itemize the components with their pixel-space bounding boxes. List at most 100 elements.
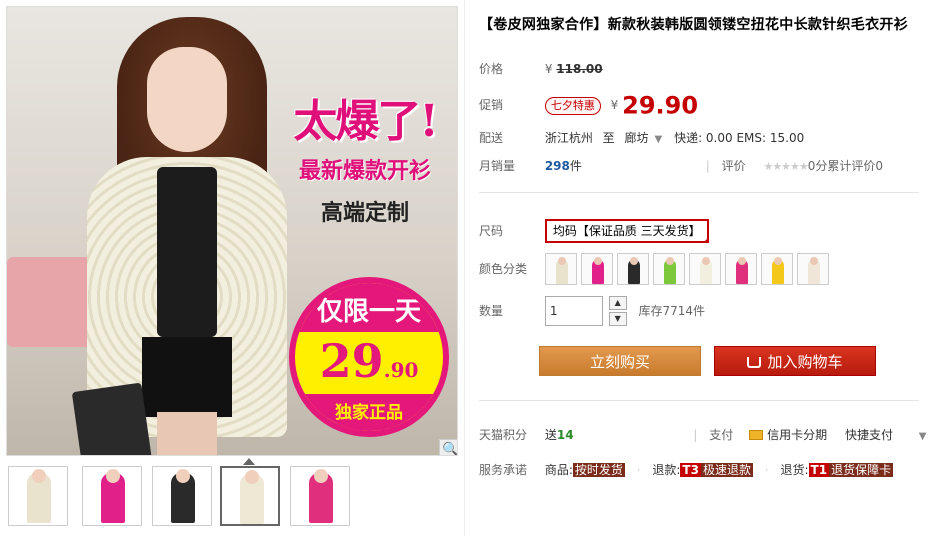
separator: | <box>705 159 710 173</box>
svc-return-label: 退货: <box>780 463 809 477</box>
size-option-text: 均码【保证品质 三天发货】 <box>552 224 701 238</box>
thumb-active-pointer <box>243 458 255 465</box>
service-label: 服务承诺 <box>479 463 528 477</box>
quantity-stepper: ▲ ▼ <box>608 295 627 326</box>
quantity-label: 数量 <box>479 303 504 318</box>
sales-count: 298 <box>544 159 570 173</box>
thumbnail-2[interactable] <box>82 466 142 526</box>
thumb-head <box>176 469 190 483</box>
ship-to-city: 廊坊 <box>624 131 649 145</box>
thumb-head <box>106 469 120 483</box>
model-figure <box>47 17 307 455</box>
credit-installment-text: 信用卡分期 <box>767 428 828 442</box>
ship-from: 浙江杭州 <box>544 131 593 145</box>
service-row: 服务承诺 商品: 按时发货 · 退款: T3 极速退款 · 退货: T1 退货保障卡 <box>479 459 894 481</box>
color-swatch-2[interactable] <box>580 252 613 285</box>
svc-return-badge: T1 <box>808 463 830 477</box>
sales-row: 月销量 298件 | 评价 ★★★★★0分累计评价0 <box>479 155 883 177</box>
svc-refund-badge: T3 <box>680 463 701 477</box>
model-face <box>147 47 227 152</box>
svc-goods-tag[interactable]: 按时发货 <box>572 463 625 477</box>
model-bag <box>71 382 153 455</box>
thumbnail-3[interactable] <box>152 466 212 526</box>
credit-installment-link[interactable]: 信用卡分期 <box>749 428 827 442</box>
size-option-selected[interactable]: 均码【保证品质 三天发货】 <box>544 219 709 243</box>
color-swatch-8[interactable] <box>796 252 829 285</box>
thumbnail-4[interactable] <box>220 466 280 526</box>
quantity-input[interactable]: 1 <box>544 295 603 326</box>
badge-price-int: 29 <box>319 334 384 388</box>
quick-pay-link[interactable]: 快捷支付 <box>845 428 893 442</box>
yen-symbol: ¥ <box>544 62 553 76</box>
sales-unit: 件 <box>569 159 582 173</box>
buy-now-button[interactable]: 立刻购买 <box>539 346 701 376</box>
svc-return-tag[interactable]: 退货保障卡 <box>829 463 894 477</box>
promo-text-block: 太爆了! 最新爆款开衫 高端定制 <box>265 85 457 227</box>
product-info-panel: 【卷皮网独家合作】新款秋装韩版圆领镂空扭花中长款针织毛衣开衫 价格 ¥ 118.… <box>464 0 930 536</box>
thumb-head <box>32 469 46 483</box>
quantity-decrease-button[interactable]: ▼ <box>608 311 627 326</box>
credit-card-icon <box>749 430 764 440</box>
color-swatch-list <box>544 252 833 285</box>
badge-price-dec: .90 <box>383 358 419 382</box>
review-summary[interactable]: 0分累计评价0 <box>808 159 883 173</box>
color-label: 颜色分类 <box>479 261 528 276</box>
promo-yen-symbol: ¥ <box>610 98 619 112</box>
review-label: 评价 <box>721 159 746 173</box>
points-row: 天猫积分 送14 | 支付 信用卡分期 快捷支付 ▼ <box>479 424 926 446</box>
original-price: 118.00 <box>556 62 603 76</box>
swatch-head <box>701 256 710 265</box>
promo-tagline: 高端定制 <box>320 200 409 226</box>
color-swatch-6[interactable] <box>724 252 757 285</box>
badge-price: 29.90 <box>295 334 443 388</box>
swatch-head <box>665 256 674 265</box>
promo-subheadline: 最新爆款开衫 <box>298 158 431 184</box>
caret-down-icon[interactable]: ▼ <box>919 426 927 448</box>
promo-label: 促销 <box>479 98 504 112</box>
ship-to-word: 至 <box>602 131 615 145</box>
quantity-increase-button[interactable]: ▲ <box>608 295 627 310</box>
svc-refund-tag[interactable]: 极速退款 <box>700 463 753 477</box>
thumbnail-5[interactable] <box>290 466 350 526</box>
thumbnail-1[interactable] <box>8 466 68 526</box>
color-swatch-4[interactable] <box>652 252 685 285</box>
color-swatch-1[interactable] <box>544 252 577 285</box>
magnifier-icon[interactable]: 🔍 <box>439 439 457 455</box>
promo-headline: 太爆了! <box>293 96 438 147</box>
swatch-head <box>593 256 602 265</box>
ship-to-selector[interactable]: 廊坊 ▼ <box>625 131 663 145</box>
quantity-row: 数量 1 ▲ ▼ 库存7714件 <box>479 294 705 326</box>
sales-label: 月销量 <box>479 159 516 173</box>
price-row: 价格 ¥ 118.00 <box>479 58 603 80</box>
size-label: 尺码 <box>479 224 504 238</box>
main-product-image[interactable]: 太爆了! 最新爆款开衫 高端定制 仅限一天 29.90 独家正品 🔍 <box>6 6 458 456</box>
price-badge: 仅限一天 29.90 独家正品 <box>289 277 449 437</box>
color-swatch-5[interactable] <box>688 252 721 285</box>
color-swatch-7[interactable] <box>760 252 793 285</box>
color-row: 颜色分类 <box>479 251 833 285</box>
model-skirt <box>142 337 232 417</box>
svc-goods-label: 商品: <box>544 463 573 477</box>
swatch-head <box>773 256 782 265</box>
dot-separator: · <box>764 463 769 477</box>
thumb-head <box>245 470 259 484</box>
shipping-fees: 快递: 0.00 EMS: 15.00 <box>674 131 805 145</box>
divider <box>479 400 919 401</box>
swatch-head <box>809 256 818 265</box>
divider <box>479 192 919 193</box>
color-swatch-3[interactable] <box>616 252 649 285</box>
promo-price: 29.90 <box>622 91 699 120</box>
points-label: 天猫积分 <box>479 428 528 442</box>
promo-tag: 七夕特惠 <box>544 97 601 115</box>
caret-down-icon: ▼ <box>654 134 663 145</box>
shipping-row: 配送 浙江杭州 至 廊坊 ▼ 快递: 0.00 EMS: 15.00 <box>479 127 804 149</box>
product-title: 【卷皮网独家合作】新款秋装韩版圆领镂空扭花中长款针织毛衣开衫 <box>479 17 908 33</box>
svc-refund-label: 退款: <box>652 463 681 477</box>
dot-separator: · <box>636 463 641 477</box>
model-inner-top <box>157 167 217 337</box>
promo-row: 促销 七夕特惠 ¥ 29.90 <box>479 91 699 120</box>
points-prefix: 送 <box>544 428 557 442</box>
price-label: 价格 <box>479 62 504 76</box>
swatch-head <box>737 256 746 265</box>
add-to-cart-button[interactable]: 加入购物车 <box>714 346 876 376</box>
